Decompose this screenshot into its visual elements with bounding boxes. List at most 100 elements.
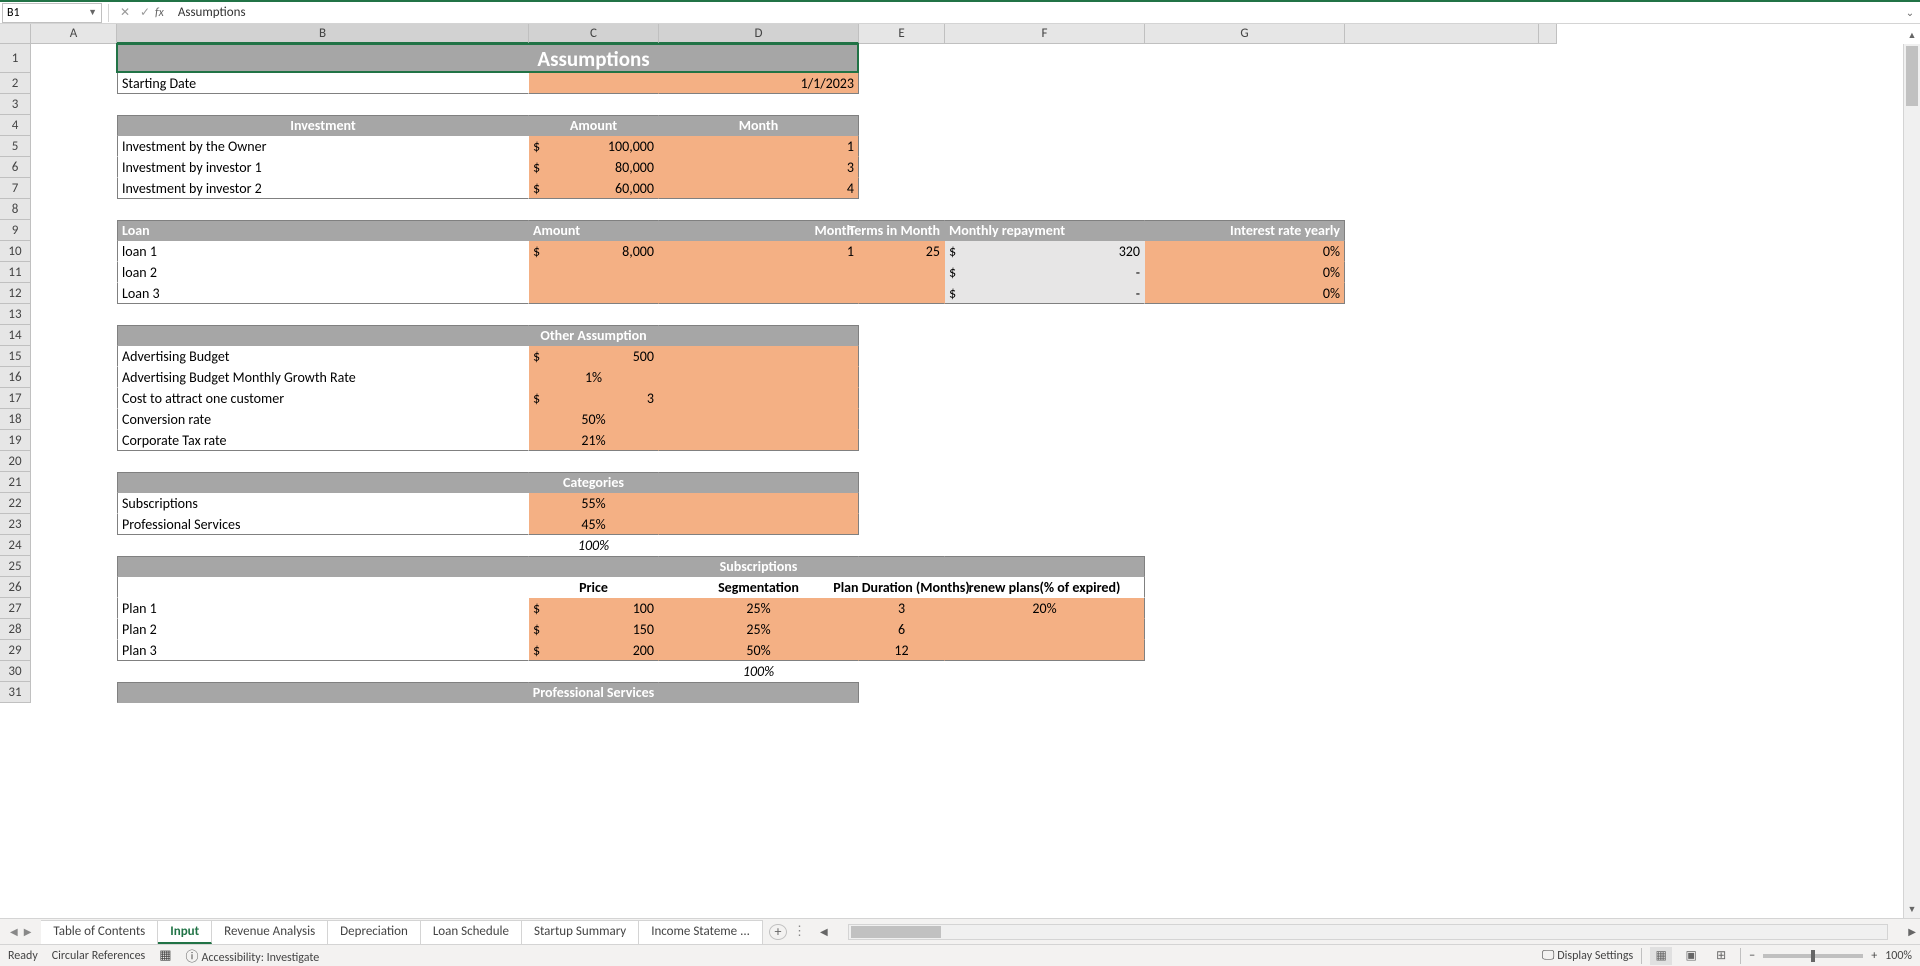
cell[interactable]: [859, 682, 945, 703]
zoom-out-button[interactable]: −: [1749, 949, 1755, 963]
cell[interactable]: Corporate Tax rate: [117, 430, 529, 451]
row-header[interactable]: 27: [0, 598, 31, 619]
cell[interactable]: [859, 451, 945, 472]
cell[interactable]: Plan 3: [117, 640, 529, 661]
add-sheet-button[interactable]: +: [769, 924, 787, 940]
cell[interactable]: 3: [659, 157, 859, 178]
cell[interactable]: [1345, 94, 1539, 115]
cell[interactable]: 1: [659, 241, 859, 262]
cell[interactable]: [1345, 304, 1539, 325]
cell[interactable]: [1145, 451, 1345, 472]
cell[interactable]: $500: [529, 346, 659, 367]
cell[interactable]: loan 1: [117, 241, 529, 262]
cell[interactable]: [659, 682, 859, 703]
page-break-view-button[interactable]: ⊞: [1710, 947, 1732, 965]
cell[interactable]: [659, 346, 859, 367]
cell[interactable]: [1345, 199, 1539, 220]
fx-icon[interactable]: fx: [155, 6, 164, 20]
cell[interactable]: [529, 262, 659, 283]
cell[interactable]: [859, 73, 945, 94]
cell[interactable]: [945, 409, 1145, 430]
cell[interactable]: 20%: [945, 598, 1145, 619]
cell[interactable]: [529, 304, 659, 325]
cell[interactable]: [31, 241, 117, 262]
cell[interactable]: $150: [529, 619, 659, 640]
row-header[interactable]: 18: [0, 409, 31, 430]
row-header[interactable]: 22: [0, 493, 31, 514]
cell[interactable]: [1345, 136, 1539, 157]
cell[interactable]: [31, 556, 117, 577]
cell[interactable]: [859, 472, 945, 493]
cell[interactable]: [117, 682, 529, 703]
cell[interactable]: [659, 535, 859, 556]
cell[interactable]: [31, 220, 117, 241]
cell[interactable]: [859, 44, 945, 73]
cell[interactable]: Amount: [529, 115, 659, 136]
cell[interactable]: [529, 661, 659, 682]
zoom-slider[interactable]: [1763, 954, 1863, 958]
cell[interactable]: [1345, 367, 1539, 388]
cell[interactable]: [117, 94, 529, 115]
cell[interactable]: [859, 136, 945, 157]
cell[interactable]: [945, 640, 1145, 661]
cell[interactable]: [31, 493, 117, 514]
cell[interactable]: [945, 199, 1145, 220]
zoom-level[interactable]: 100%: [1885, 949, 1912, 963]
zoom-handle[interactable]: [1811, 950, 1815, 962]
cell[interactable]: [529, 73, 659, 94]
tab-prev-icon[interactable]: ◀: [10, 925, 18, 938]
cell[interactable]: [945, 388, 1145, 409]
cell[interactable]: 4: [659, 178, 859, 199]
cell[interactable]: [945, 451, 1145, 472]
cell[interactable]: [1345, 325, 1539, 346]
cell[interactable]: [859, 409, 945, 430]
cell[interactable]: [1145, 640, 1345, 661]
cell[interactable]: [945, 136, 1145, 157]
cell[interactable]: [945, 556, 1145, 577]
row-header[interactable]: 1: [0, 44, 31, 73]
row-header[interactable]: 17: [0, 388, 31, 409]
cell[interactable]: [859, 535, 945, 556]
row-header[interactable]: 8: [0, 199, 31, 220]
row-header[interactable]: 26: [0, 577, 31, 598]
cell[interactable]: [945, 94, 1145, 115]
cell[interactable]: [1345, 115, 1539, 136]
cell[interactable]: [1145, 619, 1345, 640]
cell[interactable]: [659, 283, 859, 304]
cell[interactable]: [1345, 262, 1539, 283]
cell[interactable]: 55%: [529, 493, 659, 514]
cell[interactable]: 50%: [529, 409, 659, 430]
cell[interactable]: [859, 661, 945, 682]
cell[interactable]: [945, 304, 1145, 325]
row-header[interactable]: 3: [0, 94, 31, 115]
cell[interactable]: $80,000: [529, 157, 659, 178]
cell[interactable]: [1145, 661, 1345, 682]
cell[interactable]: [659, 388, 859, 409]
row-header[interactable]: 24: [0, 535, 31, 556]
column-header[interactable]: G: [1145, 24, 1345, 44]
cell[interactable]: [31, 514, 117, 535]
accessibility-status[interactable]: ⓘ Accessibility: Investigate: [186, 946, 320, 965]
cell[interactable]: [31, 157, 117, 178]
row-header[interactable]: 12: [0, 283, 31, 304]
cell[interactable]: 1%: [529, 367, 659, 388]
cell[interactable]: [31, 115, 117, 136]
sheet-tab[interactable]: Revenue Analysis: [212, 920, 328, 944]
cell[interactable]: [31, 409, 117, 430]
row-header[interactable]: 6: [0, 157, 31, 178]
cell[interactable]: [1145, 598, 1345, 619]
cell[interactable]: Month: [659, 115, 859, 136]
row-header[interactable]: 29: [0, 640, 31, 661]
column-header[interactable]: C: [529, 24, 659, 44]
cell[interactable]: [1145, 388, 1345, 409]
cell[interactable]: [1345, 577, 1539, 598]
cell[interactable]: [659, 94, 859, 115]
display-settings[interactable]: 🖵 Display Settings: [1542, 948, 1633, 963]
cell[interactable]: Professional Services: [117, 514, 529, 535]
cell[interactable]: [1145, 535, 1345, 556]
cell[interactable]: [31, 262, 117, 283]
cell[interactable]: [1145, 472, 1345, 493]
cell[interactable]: [1145, 178, 1345, 199]
hscroll-left-icon[interactable]: ◀: [816, 925, 832, 938]
cell[interactable]: $100: [529, 598, 659, 619]
